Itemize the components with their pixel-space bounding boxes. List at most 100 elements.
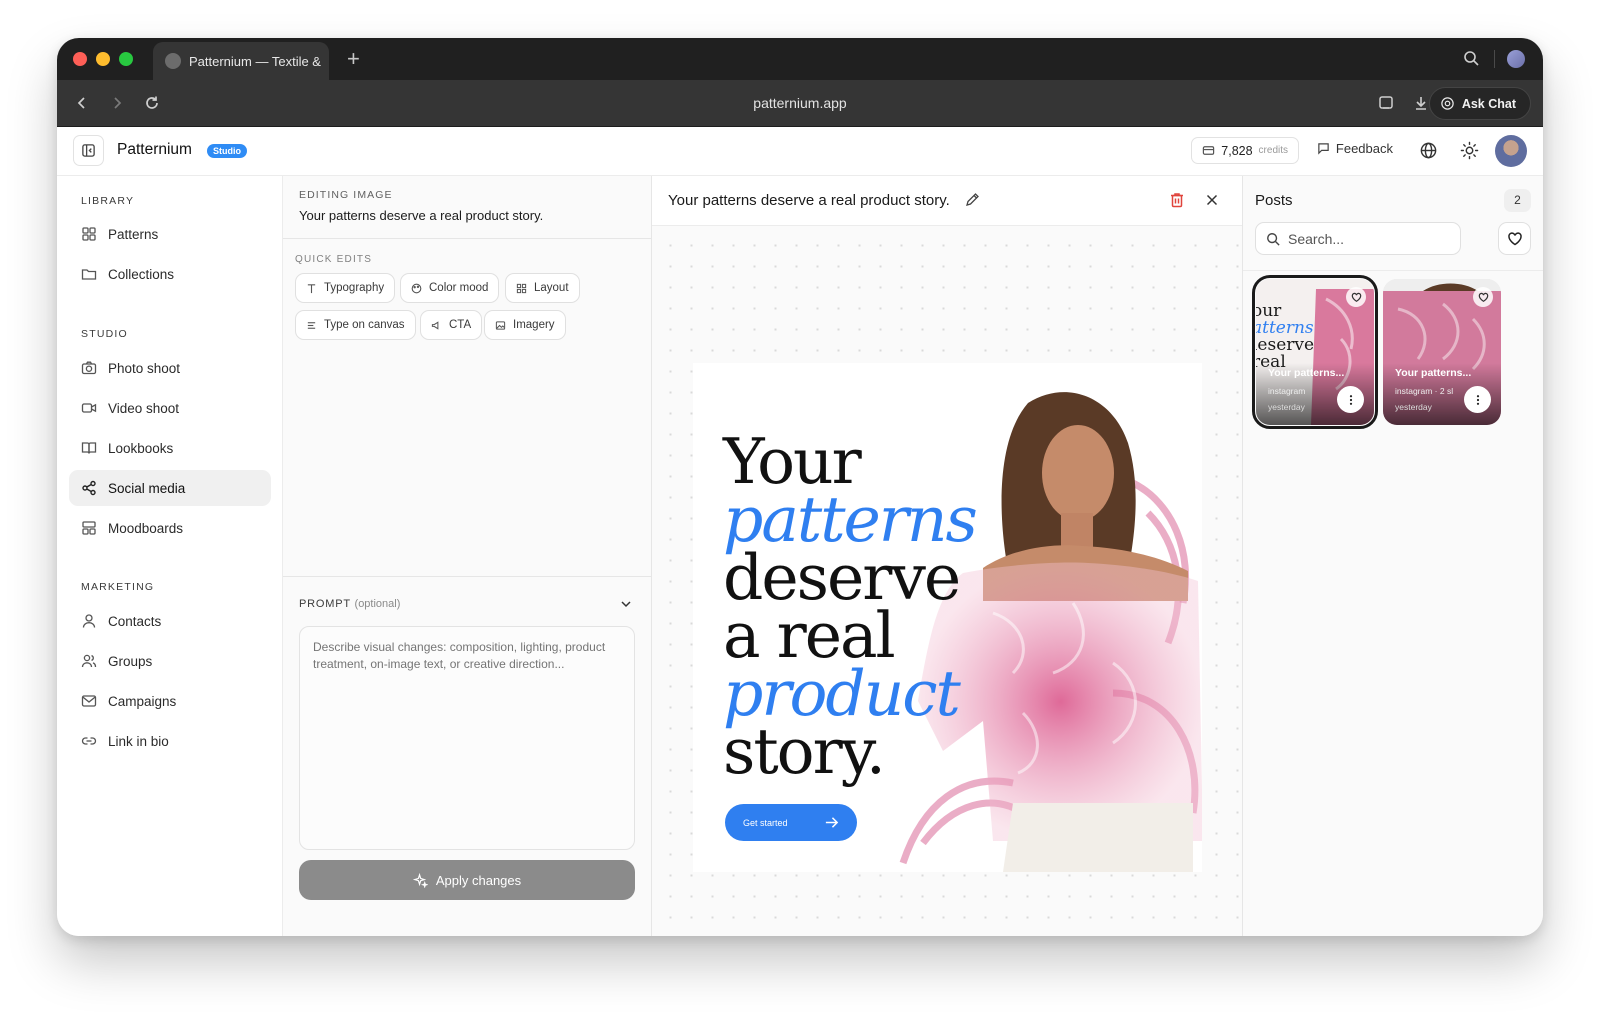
mail-icon xyxy=(81,695,97,707)
trash-icon[interactable] xyxy=(1168,191,1186,209)
chip-label: Imagery xyxy=(513,319,555,331)
quick-edit-color-mood[interactable]: Color mood xyxy=(400,273,500,303)
profile-avatar[interactable] xyxy=(1507,50,1525,68)
posts-search[interactable] xyxy=(1255,222,1461,255)
ask-chat-label: Ask Chat xyxy=(1461,96,1516,111)
link-icon xyxy=(81,737,97,745)
sidebar-item-label: Collections xyxy=(108,266,175,282)
section-title-studio: STUDIO xyxy=(81,328,128,340)
poster-image[interactable]: Your patterns deserve a real product sto… xyxy=(693,363,1202,872)
pencil-icon[interactable] xyxy=(964,192,980,208)
edit-panel: EDITING IMAGE Your patterns deserve a re… xyxy=(283,176,652,936)
heart-icon xyxy=(1507,231,1522,245)
text-icon xyxy=(307,283,316,293)
align-icon xyxy=(307,321,316,329)
palette-icon xyxy=(411,283,422,293)
favorites-filter-button[interactable] xyxy=(1498,222,1531,255)
sidebar-item-social-media[interactable]: Social media xyxy=(69,470,271,506)
grid-icon xyxy=(516,283,527,293)
heart-icon xyxy=(1351,292,1361,302)
prompt-textarea[interactable] xyxy=(299,626,635,850)
sidebar-item-photo-shoot[interactable]: Photo shoot xyxy=(69,350,271,386)
prompt-label: PROMPT (optional) xyxy=(299,598,400,610)
new-tab-button[interactable]: + xyxy=(347,46,360,72)
quick-edit-type-on-canvas[interactable]: Type on canvas xyxy=(295,310,416,340)
sidebar-item-lookbooks[interactable]: Lookbooks xyxy=(69,430,271,466)
message-icon xyxy=(1318,143,1329,155)
more-vertical-icon xyxy=(1349,394,1352,405)
favorite-button[interactable] xyxy=(1473,287,1493,307)
card-icon xyxy=(1203,146,1215,155)
address-bar: patternium.app Ask Chat xyxy=(57,80,1543,127)
sidebar-toggle-button[interactable] xyxy=(73,135,104,166)
sidebar-item-label: Campaigns xyxy=(108,693,177,709)
poster-cta-button: Get started xyxy=(725,804,857,841)
quick-edit-imagery[interactable]: Imagery xyxy=(484,310,566,340)
quick-edit-typography[interactable]: Typography xyxy=(295,273,396,303)
download-icon[interactable] xyxy=(1412,94,1430,112)
sidebar-item-label: Lookbooks xyxy=(108,440,174,456)
favorite-button[interactable] xyxy=(1346,287,1366,307)
sidebar: LIBRARY Patterns Collections STUDIO Phot… xyxy=(57,176,283,936)
section-title-library: LIBRARY xyxy=(81,195,135,207)
post-menu-button[interactable] xyxy=(1337,386,1364,413)
ask-chat-button[interactable]: Ask Chat xyxy=(1428,87,1531,120)
sidebar-item-collections[interactable]: Collections xyxy=(69,256,271,292)
post-time: yesterday xyxy=(1395,402,1432,412)
close-icon[interactable] xyxy=(1204,192,1220,208)
minimize-window-button[interactable] xyxy=(96,52,110,66)
window-controls xyxy=(73,52,133,66)
divider xyxy=(1494,50,1495,68)
feedback-button[interactable]: Feedback xyxy=(1317,141,1393,156)
heart-icon xyxy=(1478,292,1488,302)
section-title-marketing: MARKETING xyxy=(81,581,155,593)
sidebar-item-label: Contacts xyxy=(108,613,162,629)
sidebar-item-groups[interactable]: Groups xyxy=(69,643,271,679)
grid-icon xyxy=(82,227,96,241)
sidebar-item-label: Patterns xyxy=(108,226,159,242)
studio-badge: Studio xyxy=(207,144,247,158)
credits-counter[interactable]: 7,828 credits xyxy=(1191,137,1299,164)
canvas-workspace: Your patterns deserve a real product sto… xyxy=(652,226,1242,936)
post-platform: instagram · 2 sl xyxy=(1395,386,1454,396)
browser-tab[interactable]: Patternium — Textile & xyxy=(153,42,329,80)
cast-icon[interactable] xyxy=(1377,94,1395,112)
sidebar-item-moodboards[interactable]: Moodboards xyxy=(69,510,271,546)
chat-icon xyxy=(1441,97,1454,110)
quick-edit-cta[interactable]: CTA xyxy=(420,310,483,340)
brand-name: Patternium xyxy=(117,141,192,158)
user-avatar[interactable] xyxy=(1495,135,1527,167)
maximize-window-button[interactable] xyxy=(119,52,133,66)
post-menu-button[interactable] xyxy=(1464,386,1491,413)
apply-changes-button[interactable]: Apply changes xyxy=(299,860,635,900)
canvas-header: Your patterns deserve a real product sto… xyxy=(652,176,1242,226)
arrow-right-icon xyxy=(825,817,839,828)
quick-edits-label: QUICK EDITS xyxy=(295,254,373,265)
poster-cta-label: Get started xyxy=(743,817,788,828)
sidebar-item-contacts[interactable]: Contacts xyxy=(69,603,271,639)
quick-edit-layout[interactable]: Layout xyxy=(505,273,580,303)
sidebar-item-campaigns[interactable]: Campaigns xyxy=(69,683,271,719)
close-window-button[interactable] xyxy=(73,52,87,66)
sidebar-item-label: Social media xyxy=(108,480,186,496)
sidebar-item-link-in-bio[interactable]: Link in bio xyxy=(69,723,271,759)
url-field[interactable]: patternium.app xyxy=(57,95,1543,111)
post-title: Your patterns... xyxy=(1268,367,1345,379)
sidebar-item-label: Photo shoot xyxy=(108,360,181,376)
chevron-down-icon[interactable] xyxy=(619,597,633,611)
globe-icon[interactable] xyxy=(1419,141,1438,160)
sidebar-item-label: Video shoot xyxy=(108,400,180,416)
posts-search-input[interactable] xyxy=(1288,230,1448,247)
post-card[interactable]: our atterns leserve real Your patterns..… xyxy=(1252,275,1378,429)
sidebar-item-label: Moodboards xyxy=(108,520,184,536)
poster-headline: Your patterns deserve a real product sto… xyxy=(723,430,978,783)
more-vertical-icon xyxy=(1476,394,1479,405)
post-card[interactable]: Your patterns... instagram · 2 sl yester… xyxy=(1383,279,1501,425)
chip-label: Layout xyxy=(534,282,569,294)
editing-title: Your patterns deserve a real product sto… xyxy=(299,208,544,223)
sidebar-item-patterns[interactable]: Patterns xyxy=(69,216,271,252)
camera-icon xyxy=(81,361,97,375)
sidebar-item-video-shoot[interactable]: Video shoot xyxy=(69,390,271,426)
sun-icon[interactable] xyxy=(1460,141,1479,160)
search-icon[interactable] xyxy=(1463,50,1479,66)
